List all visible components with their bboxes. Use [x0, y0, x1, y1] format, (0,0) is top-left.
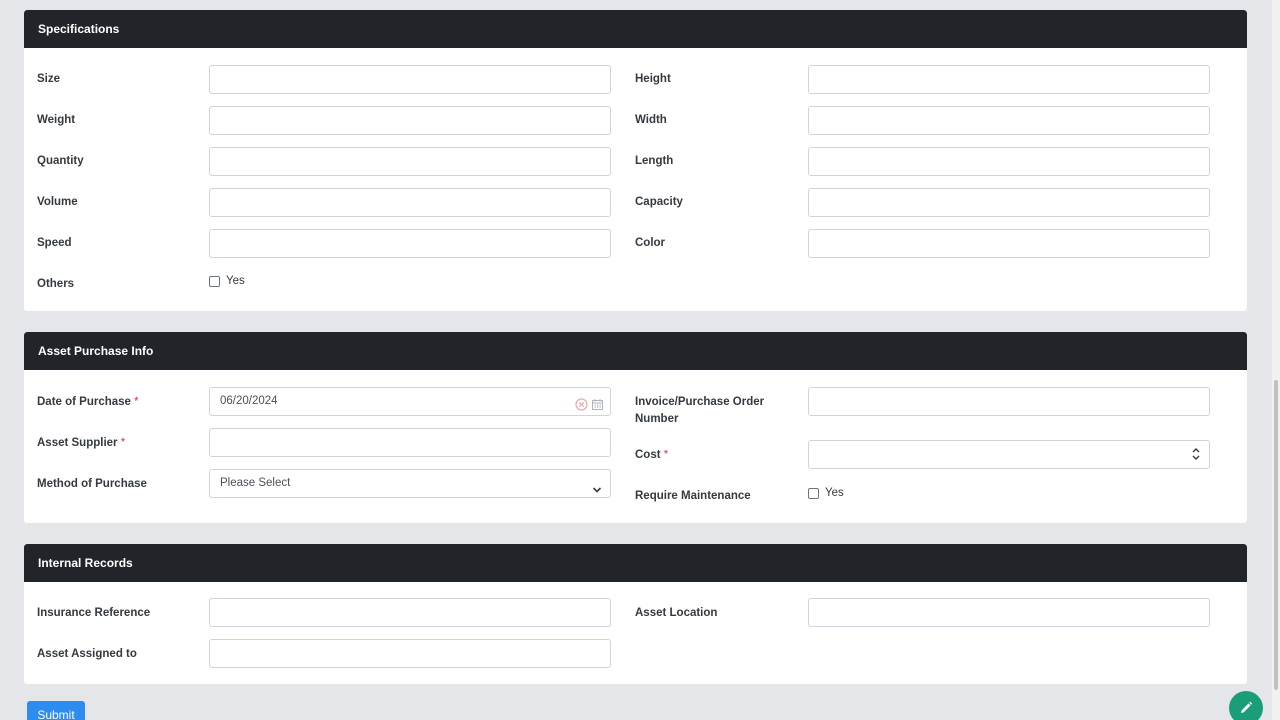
insurance-reference-input[interactable]	[209, 598, 611, 627]
internal-records-card: Internal Records Insurance Reference Ass…	[24, 544, 1247, 684]
pencil-icon	[1238, 700, 1254, 716]
volume-label: Volume	[37, 196, 78, 208]
date-value: 06/20/2024	[220, 395, 278, 407]
length-input[interactable]	[808, 147, 1210, 176]
color-label: Color	[635, 237, 666, 249]
date-of-purchase-input[interactable]: 06/20/2024	[209, 387, 611, 416]
width-label: Width	[635, 114, 667, 126]
require-maintenance-label: Require Maintenance	[635, 490, 751, 502]
purchase-header: Asset Purchase Info	[24, 332, 1247, 370]
maintenance-checkbox-label: Yes	[825, 487, 844, 499]
others-label: Others	[37, 278, 75, 290]
asset-location-input[interactable]	[808, 598, 1210, 627]
maintenance-checkbox[interactable]	[808, 487, 819, 499]
specifications-header: Specifications	[24, 10, 1247, 48]
length-label: Length	[635, 155, 674, 167]
insurance-reference-label: Insurance Reference	[37, 607, 151, 619]
edit-fab-button[interactable]	[1229, 691, 1263, 720]
method-of-purchase-label: Method of Purchase	[37, 478, 147, 490]
capacity-label: Capacity	[635, 196, 683, 208]
chevron-down-icon	[592, 479, 602, 493]
weight-label: Weight	[37, 114, 76, 126]
cost-label: Cost *	[635, 449, 669, 461]
color-input[interactable]	[808, 229, 1210, 258]
date-of-purchase-label: Date of Purchase *	[37, 396, 139, 408]
weight-input[interactable]	[209, 106, 611, 135]
others-checkbox[interactable]	[209, 275, 220, 287]
width-input[interactable]	[808, 106, 1210, 135]
asset-supplier-input[interactable]	[209, 428, 611, 457]
calendar-icon[interactable]	[591, 395, 604, 410]
scrollbar-thumb[interactable]	[1274, 380, 1278, 690]
others-checkbox-group[interactable]: Yes	[209, 275, 245, 287]
method-selected-value: Please Select	[220, 477, 291, 489]
volume-input[interactable]	[209, 188, 611, 217]
page-scrollbar[interactable]	[1272, 0, 1280, 720]
asset-assigned-input[interactable]	[209, 639, 611, 668]
height-input[interactable]	[808, 65, 1210, 94]
clear-circle-icon[interactable]	[575, 395, 588, 411]
purchase-card: Asset Purchase Info Date of Purchase * 0…	[24, 332, 1247, 523]
internal-records-header: Internal Records	[24, 544, 1247, 582]
capacity-input[interactable]	[808, 188, 1210, 217]
asset-assigned-label: Asset Assigned to	[37, 648, 137, 660]
others-checkbox-label: Yes	[226, 275, 245, 287]
specifications-card: Specifications Size Height Weight Width …	[24, 10, 1247, 311]
asset-supplier-label: Asset Supplier *	[37, 437, 126, 449]
quantity-input[interactable]	[209, 147, 611, 176]
updown-spinner-icon[interactable]	[1191, 446, 1201, 462]
maintenance-checkbox-group[interactable]: Yes	[808, 487, 844, 499]
invoice-label: Invoice/Purchase Order Number	[635, 396, 765, 425]
speed-input[interactable]	[209, 229, 611, 258]
size-label: Size	[37, 73, 61, 85]
invoice-input[interactable]	[808, 387, 1210, 416]
cost-input[interactable]	[808, 440, 1210, 469]
submit-button[interactable]: Submit	[27, 701, 85, 720]
height-label: Height	[635, 73, 671, 85]
size-input[interactable]	[209, 65, 611, 94]
quantity-label: Quantity	[37, 155, 84, 167]
speed-label: Speed	[37, 237, 72, 249]
asset-location-label: Asset Location	[635, 607, 718, 619]
method-of-purchase-select[interactable]: Please Select	[209, 469, 611, 498]
